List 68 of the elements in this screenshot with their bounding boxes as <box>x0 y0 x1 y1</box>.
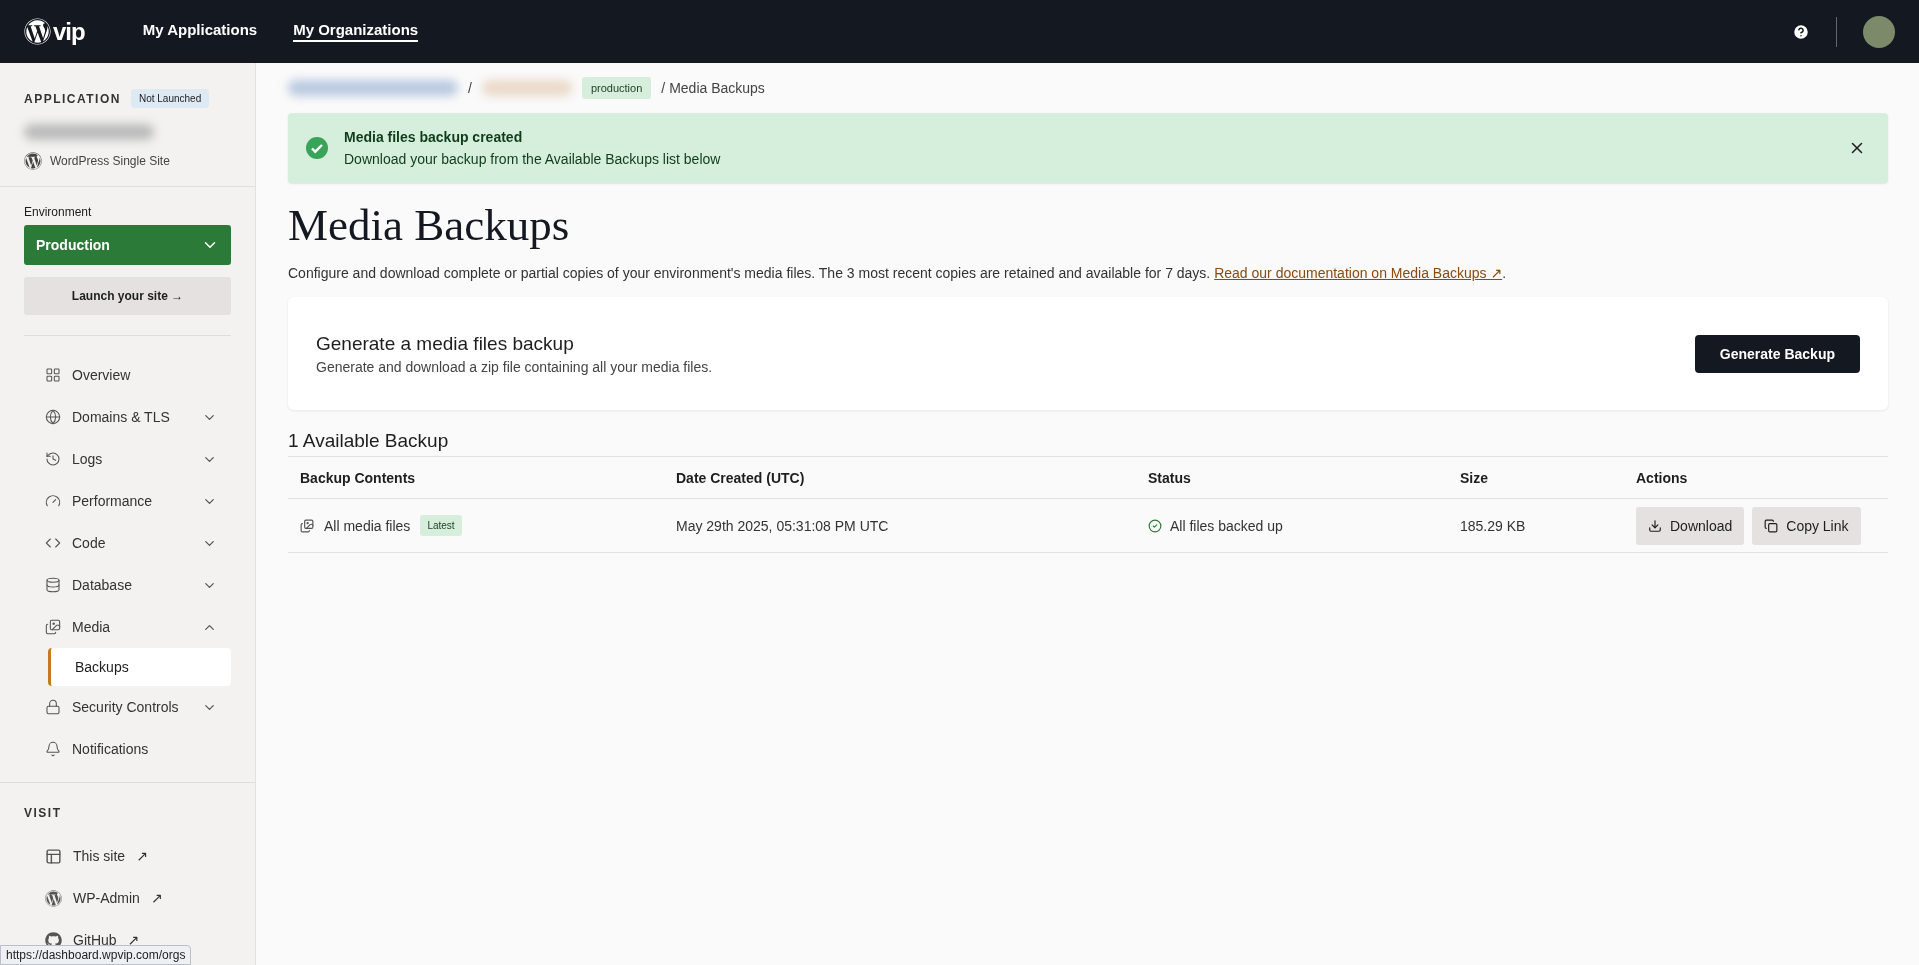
documentation-link[interactable]: Read our documentation on Media Backups ↗ <box>1214 265 1503 281</box>
nav-icon <box>45 699 61 715</box>
sidebar-item[interactable]: Overview <box>24 354 231 396</box>
column-header: Backup Contents <box>288 456 664 499</box>
column-header: Date Created (UTC) <box>664 456 1136 499</box>
alert-title: Media files backup created <box>344 129 524 145</box>
breadcrumb-separator: / <box>468 80 472 96</box>
table-cell: May 29th 2025, 05:31:08 PM UTC <box>664 498 1136 553</box>
top-nav-link[interactable]: My Organizations <box>293 21 419 42</box>
sidebar-item[interactable]: Database <box>24 564 231 606</box>
image-icon <box>300 518 314 533</box>
card-title: Generate a media files backup <box>316 332 575 355</box>
nav-icon <box>45 367 61 383</box>
generate-button[interactable]: Generate Backup <box>1694 334 1860 373</box>
nav-icon <box>45 409 61 425</box>
status-badge: Not Launched <box>130 89 210 108</box>
sidebar-item[interactable]: Performance <box>24 480 231 522</box>
breadcrumb-current: Media Backups <box>669 80 765 96</box>
sidebar-item[interactable]: Code <box>24 522 231 564</box>
table-cell: All files backed up <box>1170 517 1283 534</box>
section-label: APPLICATION <box>24 91 121 106</box>
logo-text[interactable]: vip <box>53 17 85 46</box>
sidebar-item[interactable]: Notifications <box>24 728 231 770</box>
wordpress-icon <box>24 152 42 170</box>
table-title: 1 Available Backup <box>288 430 450 452</box>
alert-message: Download your backup from the Available Backups list below <box>344 151 721 167</box>
column-header: Size <box>1448 456 1624 499</box>
environment-badge: production <box>581 77 652 99</box>
table-cell: 185.29 KB <box>1448 498 1624 553</box>
nav-icon <box>45 577 61 593</box>
column-header: Status <box>1136 456 1448 499</box>
sidebar-item[interactable]: Domains & TLS <box>24 396 231 438</box>
table-cell: All media files <box>324 517 411 534</box>
section-label: VISIT <box>24 806 62 820</box>
download-icon <box>1648 518 1662 533</box>
sidebar-item[interactable]: Logs <box>24 438 231 480</box>
external-link[interactable]: WP-Admin ↗ <box>24 877 231 919</box>
link-preview-tooltip: https://dashboard.wpvip.com/orgs <box>0 945 192 965</box>
help-icon[interactable] <box>1792 22 1810 41</box>
card-subtitle: Generate and download a zip file containing all your media files. <box>316 358 713 375</box>
nav-icon <box>45 451 61 467</box>
sidebar-item[interactable]: Media <box>24 606 231 648</box>
nav-icon <box>45 619 61 635</box>
column-header: Actions <box>1624 456 1888 499</box>
environment-label: Environment <box>24 205 93 219</box>
nav-icon <box>45 493 61 509</box>
page-title: Media Backups <box>288 199 571 251</box>
action-button[interactable]: Download <box>1636 506 1745 545</box>
sidebar-subitem[interactable]: Backups <box>48 648 231 686</box>
top-nav-link[interactable]: My Applications <box>142 21 258 42</box>
external-link[interactable]: This site ↗ <box>24 835 231 877</box>
action-button[interactable]: Copy Link <box>1752 506 1861 545</box>
latest-badge: Latest <box>420 515 462 536</box>
breadcrumb-separator: / <box>661 80 666 96</box>
avatar[interactable] <box>1863 15 1895 48</box>
wordpress-icon <box>45 889 62 907</box>
sidebar-item[interactable]: Security Controls <box>24 686 231 728</box>
app-type: WordPress Single Site <box>50 154 170 168</box>
wordpress-logo-icon <box>24 18 51 45</box>
check-icon <box>1148 518 1162 533</box>
launch-button[interactable]: Launch your site → <box>24 277 231 315</box>
page-description: Configure and download complete or partial copies of your environment's media files. The 3 most recent copies are retained and available for 7 days. Read our documentation on Media Backups ↗. <box>288 265 1508 281</box>
nav-icon <box>45 535 61 551</box>
layout-icon <box>45 847 62 865</box>
nav-icon <box>45 741 61 757</box>
success-icon <box>306 137 328 159</box>
copy-icon <box>1764 518 1779 533</box>
environment-select[interactable]: Production <box>24 225 231 265</box>
